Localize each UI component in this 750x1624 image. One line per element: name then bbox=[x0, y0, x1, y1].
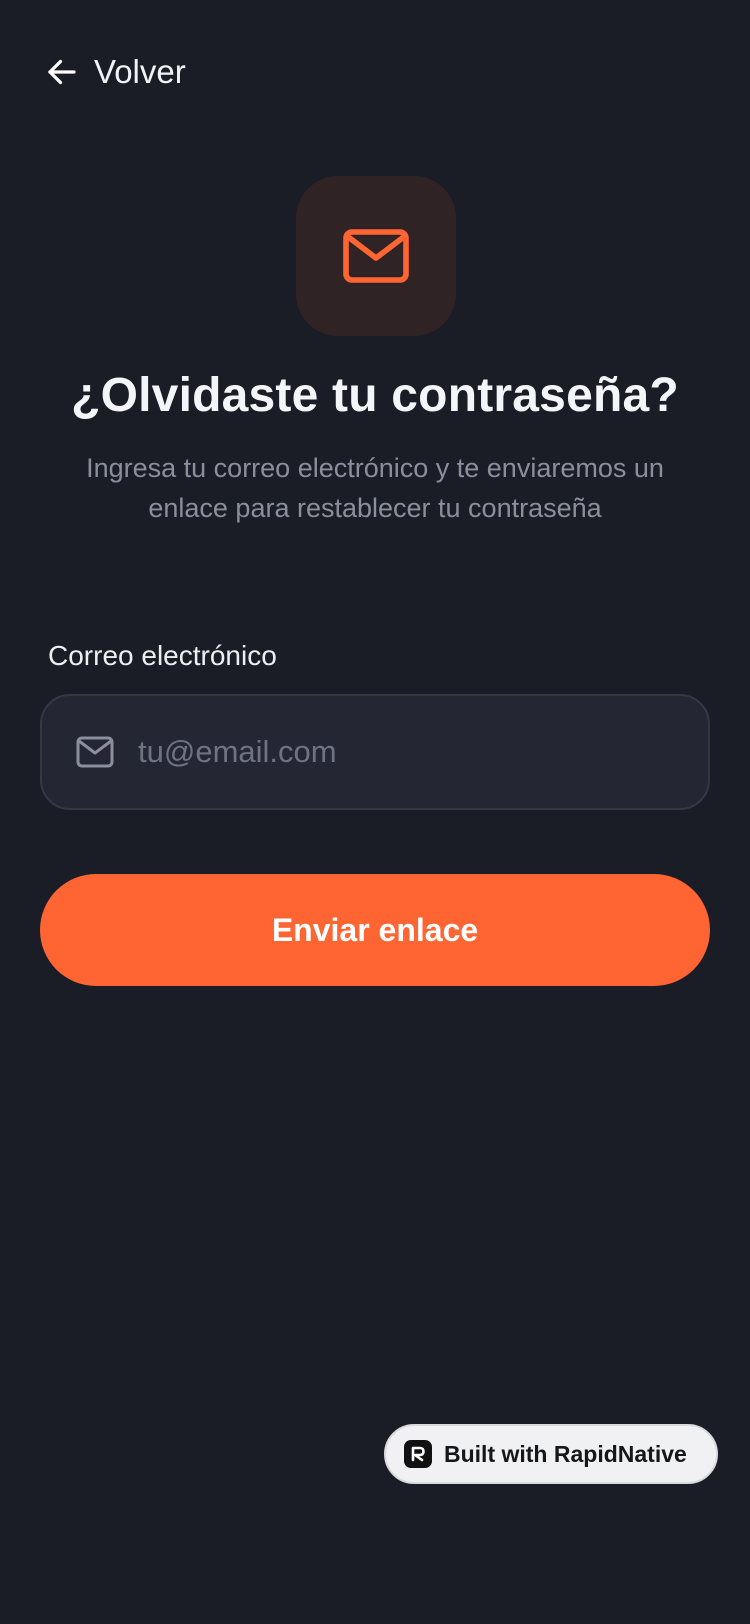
badge-label: Built with RapidNative bbox=[444, 1440, 687, 1467]
back-button[interactable]: Volver bbox=[44, 46, 186, 98]
email-label: Correo electrónico bbox=[48, 640, 277, 671]
send-link-button[interactable]: Enviar enlace bbox=[40, 874, 710, 986]
forgot-password-screen: Volver ¿Olvidaste tu contraseña? Ingresa… bbox=[0, 0, 750, 1624]
mail-icon-container bbox=[296, 176, 456, 336]
mail-outline-icon bbox=[76, 736, 114, 768]
page-title: ¿Olvidaste tu contraseña? bbox=[71, 369, 679, 422]
rapidnative-logo-icon bbox=[404, 1440, 432, 1468]
built-with-badge[interactable]: Built with RapidNative bbox=[384, 1424, 718, 1484]
email-input[interactable] bbox=[138, 696, 708, 808]
email-field[interactable] bbox=[40, 694, 710, 810]
mail-icon bbox=[343, 229, 409, 283]
back-label: Volver bbox=[94, 53, 186, 90]
page-subtitle: Ingresa tu correo electrónico y te envia… bbox=[86, 453, 664, 523]
arrow-left-icon bbox=[48, 59, 76, 85]
